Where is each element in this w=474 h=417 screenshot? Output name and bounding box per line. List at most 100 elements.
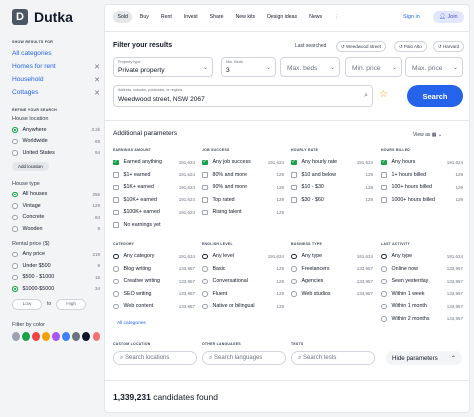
price-option[interactable]: $500 - $1000 16 xyxy=(12,272,100,284)
link-household[interactable]: Household ✕ xyxy=(12,73,100,86)
checkbox-icon[interactable] xyxy=(202,209,208,215)
filter-option[interactable]: $10 - $30 129 xyxy=(291,181,373,194)
radio-icon[interactable] xyxy=(12,150,18,156)
radio-icon[interactable] xyxy=(381,316,387,322)
filter-option[interactable]: $10 and below 129 xyxy=(291,169,373,182)
property-type-select[interactable]: Property type Private property ⌄ xyxy=(113,57,213,77)
search-button[interactable]: Search xyxy=(407,85,463,107)
filter-option[interactable]: Any type 191,624 xyxy=(381,250,463,263)
filter-option[interactable]: $10K+ earned 191,624 xyxy=(113,194,195,207)
nav-sold[interactable]: Sold xyxy=(113,11,133,23)
location-option-us[interactable]: United States 94 xyxy=(12,147,100,159)
color-swatch[interactable] xyxy=(22,331,30,341)
color-swatch[interactable] xyxy=(92,331,101,341)
filter-option[interactable]: $100K+ earned 191,624 xyxy=(113,206,195,219)
radio-icon[interactable] xyxy=(12,191,18,197)
filter-option[interactable]: Agencies 133,957 xyxy=(291,275,373,288)
filter-option[interactable]: 1000+ hours billed 129 xyxy=(381,194,463,207)
radio-icon[interactable] xyxy=(202,253,208,259)
filter-option[interactable]: Within 1 week 133,957 xyxy=(381,288,463,301)
radio-icon[interactable] xyxy=(113,278,119,284)
filter-option[interactable]: Conversational 129 xyxy=(202,275,284,288)
nav-share[interactable]: Share xyxy=(205,11,228,23)
radio-icon[interactable] xyxy=(291,253,297,259)
color-swatch[interactable] xyxy=(32,331,40,341)
filter-option[interactable]: Any type 191,624 xyxy=(291,250,373,263)
filter-option[interactable]: Seen yesterday 133,957 xyxy=(381,275,463,288)
radio-icon[interactable] xyxy=(291,266,297,272)
radio-icon[interactable] xyxy=(291,278,297,284)
filter-option[interactable]: Blog writing 133,957 xyxy=(113,263,195,276)
filter-option[interactable]: 90% and more 129 xyxy=(202,181,284,194)
last-search-tag[interactable]: ↺ Harvard xyxy=(433,41,465,52)
house-type-option[interactable]: All houses 256 xyxy=(12,189,100,201)
nav-invest[interactable]: Invest xyxy=(179,11,202,23)
radio-icon[interactable] xyxy=(12,251,18,257)
checkbox-icon[interactable]: ✓ xyxy=(113,159,119,165)
nav-rent[interactable]: Rent xyxy=(156,11,176,23)
checkbox-icon[interactable] xyxy=(202,197,208,203)
hide-parameters-button[interactable]: Hide parameters ⌃ xyxy=(386,351,462,365)
filter-option[interactable]: Within 1 month 133,957 xyxy=(381,300,463,313)
checkbox-icon[interactable] xyxy=(291,184,297,190)
radio-icon[interactable] xyxy=(12,286,18,292)
checkbox-icon[interactable]: ✓ xyxy=(202,159,208,165)
filter-option[interactable]: Within 2 months 133,957 xyxy=(381,313,463,326)
house-type-option[interactable]: Vintage 129 xyxy=(12,200,100,212)
location-option-anywhere[interactable]: Anywhere 3.2k xyxy=(12,124,100,136)
radio-icon[interactable] xyxy=(381,278,387,284)
radio-icon[interactable] xyxy=(202,303,208,309)
add-location-button[interactable]: Add location xyxy=(12,161,49,171)
radio-icon[interactable] xyxy=(381,291,387,297)
min-price-select[interactable]: Min. price ⌄ xyxy=(345,57,402,77)
checkbox-icon[interactable] xyxy=(291,197,297,203)
price-option[interactable]: $1000-$5000 34 xyxy=(12,283,100,295)
color-swatch[interactable] xyxy=(52,331,60,341)
filter-option[interactable]: $1K+ earned 191,624 xyxy=(113,181,195,194)
last-search-tag[interactable]: ↺ Weedwood street xyxy=(336,41,386,52)
filter-option[interactable]: Fluent 129 xyxy=(202,288,284,301)
radio-icon[interactable] xyxy=(113,266,119,272)
radio-icon[interactable] xyxy=(12,203,18,209)
location-option-worldwide[interactable]: Worldwide 69 xyxy=(12,136,100,148)
all-categories-link[interactable]: All categories xyxy=(117,321,146,326)
color-swatch[interactable] xyxy=(62,331,70,341)
filter-option[interactable]: Any level 191,624 xyxy=(202,250,284,263)
checkbox-icon[interactable] xyxy=(291,172,297,178)
filter-option[interactable]: Creative writing 133,957 xyxy=(113,275,195,288)
join-button[interactable]: 👤︎ Join xyxy=(433,11,464,23)
nav-news[interactable]: News xyxy=(305,11,327,23)
color-swatch[interactable] xyxy=(82,331,90,341)
radio-icon[interactable] xyxy=(202,291,208,297)
checkbox-icon[interactable] xyxy=(381,184,387,190)
sign-in-link[interactable]: Sign in xyxy=(403,14,420,20)
filter-option[interactable]: SEO writing 133,957 xyxy=(113,288,195,301)
radio-icon[interactable] xyxy=(12,127,18,133)
filter-option[interactable]: Rising talent 129 xyxy=(202,206,284,219)
max-beds-select[interactable]: Max. beds ⌄ xyxy=(280,57,340,77)
radio-icon[interactable] xyxy=(291,291,297,297)
filter-option[interactable]: 1+ hours billed 129 xyxy=(381,169,463,182)
min-beds-select[interactable]: Min. Beds 3 ⌄ xyxy=(221,57,276,77)
link-homes-for-rent[interactable]: Homes for rent ✕ xyxy=(12,60,100,73)
color-swatch[interactable] xyxy=(42,331,50,341)
price-low-input[interactable]: Low xyxy=(12,298,42,310)
filter-option[interactable]: $1+ earned 191,624 xyxy=(113,169,195,182)
price-high-input[interactable]: High xyxy=(56,298,87,310)
more-icon[interactable]: ⋮ xyxy=(330,11,344,23)
filter-option[interactable]: Online now 133,957 xyxy=(381,263,463,276)
checkbox-icon[interactable] xyxy=(381,172,387,178)
filter-option[interactable]: ✓ Earned anything 191,624 xyxy=(113,156,195,169)
checkbox-icon[interactable] xyxy=(381,197,387,203)
last-search-tag[interactable]: ↺ Palo Alto xyxy=(394,41,427,52)
radio-icon[interactable] xyxy=(113,253,119,259)
checkbox-icon[interactable] xyxy=(202,172,208,178)
nav-buy[interactable]: Buy xyxy=(135,11,153,23)
filter-option[interactable]: 100+ hours billed 129 xyxy=(381,181,463,194)
price-option[interactable]: Any price 219 xyxy=(12,249,100,261)
filter-option[interactable]: Any category 191,624 xyxy=(113,250,195,263)
color-swatch[interactable] xyxy=(12,331,20,341)
radio-icon[interactable] xyxy=(12,274,18,280)
house-type-option[interactable]: Wooden 8 xyxy=(12,223,100,235)
max-price-select[interactable]: Max. price ⌄ xyxy=(405,57,463,77)
